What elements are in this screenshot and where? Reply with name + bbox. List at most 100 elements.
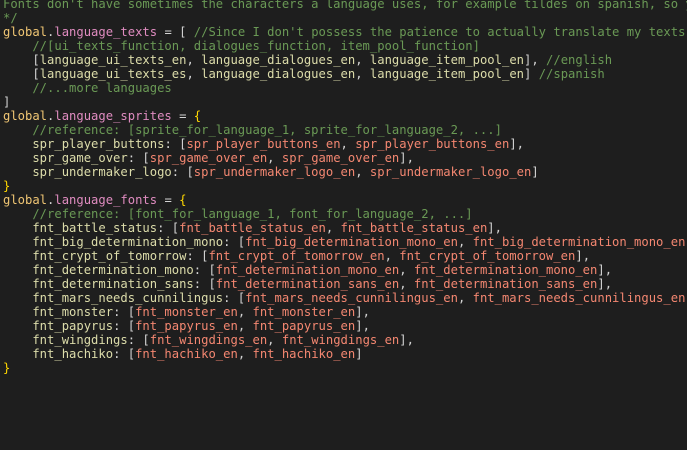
code-token: , bbox=[186, 67, 202, 81]
code-token: Fonts don't have sometimes the character… bbox=[3, 0, 687, 11]
code-token: fnt_determination_mono_en bbox=[413, 263, 598, 277]
code-token: language_dialogues_en bbox=[201, 53, 356, 67]
code-token: ] bbox=[524, 67, 539, 81]
code-token: fnt_monster bbox=[3, 305, 114, 319]
code-line[interactable]: } bbox=[0, 360, 687, 376]
code-token: fnt_hachiko_en bbox=[252, 347, 356, 361]
code-token: : [ bbox=[127, 151, 150, 165]
code-token: ], bbox=[597, 277, 613, 291]
code-token: ], bbox=[399, 333, 414, 347]
code-token: fnt_determination_sans_en bbox=[215, 277, 400, 291]
code-token: fnt_mars_needs_cunnilingus_en bbox=[472, 291, 686, 305]
code-token: fnt_battle_status_en bbox=[179, 221, 326, 235]
code-token: : [ bbox=[127, 333, 150, 347]
code-token: : [ bbox=[113, 319, 136, 333]
code-token: : [ bbox=[193, 277, 216, 291]
code-token: spr_undermaker_logo bbox=[3, 165, 172, 179]
code-token: //[ui_texts_function, dialogues_function… bbox=[3, 39, 480, 53]
code-editor[interactable]: Fonts don't have sometimes the character… bbox=[0, 0, 687, 450]
code-token: ], bbox=[487, 221, 502, 235]
code-token: ], bbox=[399, 151, 414, 165]
code-token: , bbox=[237, 319, 253, 333]
code-token: , bbox=[384, 249, 400, 263]
code-token: , bbox=[457, 235, 473, 249]
code-token: language_texts bbox=[54, 25, 158, 39]
code-token: fnt_monster_en bbox=[135, 305, 238, 319]
code-token: = bbox=[171, 109, 194, 123]
code-token: , bbox=[399, 263, 414, 277]
code-token: } bbox=[3, 361, 11, 375]
code-token: spr_undermaker_logo_en bbox=[369, 165, 532, 179]
code-token: //Since I don't possess the patience to … bbox=[193, 25, 686, 39]
code-token: spr_game_over_en bbox=[149, 151, 268, 165]
code-token: , bbox=[355, 67, 370, 81]
code-token: spr_undermaker_logo_en bbox=[193, 165, 356, 179]
code-token: ], bbox=[355, 305, 370, 319]
code-token: fnt_mars_needs_cunnilingus bbox=[3, 291, 224, 305]
code-token: language_ui_texts_es bbox=[39, 67, 187, 81]
code-token: //reference: [font_for_language_1, font_… bbox=[3, 207, 473, 221]
code-token: spr_game_over_en bbox=[281, 151, 400, 165]
code-token: , bbox=[325, 221, 341, 235]
code-token: fnt_battle_status_en bbox=[340, 221, 488, 235]
code-token: fnt_mars_needs_cunnilingus_en bbox=[245, 291, 458, 305]
code-token: language_fonts bbox=[54, 193, 158, 207]
code-token: global bbox=[3, 109, 48, 123]
code-token: ], bbox=[355, 319, 370, 333]
code-token: language_item_pool_en bbox=[369, 67, 524, 81]
code-token: , bbox=[267, 333, 282, 347]
code-token: fnt_determination_sans_en bbox=[413, 277, 598, 291]
code-token: language_ui_texts_en bbox=[39, 53, 187, 67]
code-token: : [ bbox=[171, 165, 194, 179]
code-token: spr_player_buttons_en bbox=[355, 137, 510, 151]
code-token: fnt_wingdings_en bbox=[149, 333, 268, 347]
code-token: fnt_papyrus_en bbox=[252, 319, 356, 333]
code-token: : [ bbox=[223, 291, 246, 305]
code-token: , bbox=[355, 53, 370, 67]
code-token: fnt_crypt_of_tomorrow_en bbox=[208, 249, 385, 263]
code-token: ], bbox=[575, 249, 591, 263]
code-token: language_sprites bbox=[54, 109, 172, 123]
code-token: , bbox=[267, 151, 282, 165]
code-line[interactable]: Fonts don't have sometimes the character… bbox=[0, 0, 687, 12]
code-token: = [ bbox=[157, 25, 194, 39]
code-token: , bbox=[355, 165, 370, 179]
code-token: spr_game_over bbox=[3, 151, 128, 165]
code-token: language_item_pool_en bbox=[369, 53, 524, 67]
code-token: global bbox=[3, 25, 48, 39]
code-token: */ bbox=[3, 11, 18, 25]
code-token: language_dialogues_en bbox=[201, 67, 356, 81]
code-token: ], bbox=[509, 137, 525, 151]
code-token: //spanish bbox=[538, 67, 605, 81]
code-token: : [ bbox=[157, 221, 180, 235]
code-token: , bbox=[399, 277, 414, 291]
code-token: [ bbox=[3, 67, 40, 81]
code-token: { bbox=[193, 109, 202, 123]
code-token: } bbox=[3, 179, 11, 193]
code-token: fnt_crypt_of_tomorrow_en bbox=[399, 249, 576, 263]
code-token: : [ bbox=[193, 263, 216, 277]
code-token: fnt_determination_mono_en bbox=[215, 263, 400, 277]
code-token: fnt_battle_status bbox=[3, 221, 158, 235]
code-token: ] bbox=[355, 347, 363, 361]
code-token: , bbox=[457, 291, 473, 305]
code-token: , bbox=[237, 347, 253, 361]
code-token: //english bbox=[546, 53, 613, 67]
code-token: , bbox=[237, 305, 253, 319]
code-token: : [ bbox=[113, 347, 136, 361]
code-token: fnt_papyrus bbox=[3, 319, 114, 333]
code-token: //...more languages bbox=[3, 81, 172, 95]
code-token: = bbox=[157, 193, 180, 207]
code-token: spr_player_buttons bbox=[3, 137, 165, 151]
code-token: , bbox=[340, 137, 356, 151]
code-token: : [ bbox=[113, 305, 136, 319]
code-token: spr_player_buttons_en bbox=[186, 137, 341, 151]
code-token: ] bbox=[3, 95, 11, 109]
code-token: fnt_big_determination_mono_en bbox=[245, 235, 458, 249]
code-token: : [ bbox=[223, 235, 246, 249]
code-token: fnt_wingdings bbox=[3, 333, 128, 347]
code-token: //reference: [sprite_for_language_1, spr… bbox=[3, 123, 502, 137]
code-token: fnt_hachiko bbox=[3, 347, 114, 361]
code-token: fnt_determination_sans bbox=[3, 277, 194, 291]
code-token: fnt_papyrus_en bbox=[135, 319, 238, 333]
